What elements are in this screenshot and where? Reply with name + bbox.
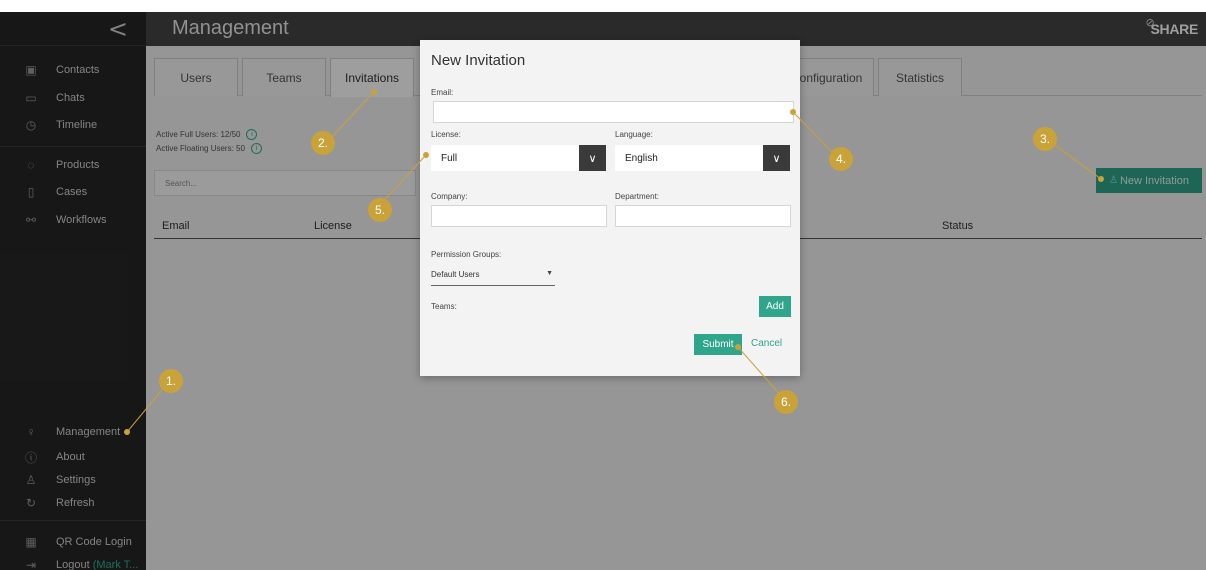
callout-pin — [371, 89, 377, 95]
permission-groups-label: Permission Groups: — [431, 250, 502, 259]
callout-badge-3: 3. — [1033, 127, 1057, 151]
license-select[interactable]: Full ∨ — [431, 145, 606, 171]
callout-badge-2: 2. — [311, 131, 335, 155]
chevron-down-icon: ∨ — [579, 145, 606, 171]
language-label: Language: — [615, 130, 653, 139]
callout-pin — [790, 109, 796, 115]
cancel-button[interactable]: Cancel — [751, 338, 782, 349]
teams-label: Teams: — [431, 302, 457, 311]
app-window: < ▣ Contacts ▭ Chats ◷ Timeline ◌ Produc… — [0, 12, 1206, 570]
callout-badge-1: 1. — [159, 369, 183, 393]
callout-badge-6: 6. — [774, 390, 798, 414]
caret-down-icon: ▼ — [546, 270, 553, 277]
callout-badge-4: 4. — [829, 147, 853, 171]
chevron-down-icon: ∨ — [763, 145, 790, 171]
license-label: License: — [431, 130, 461, 139]
callout-pin — [735, 344, 741, 350]
callout-pin — [423, 152, 429, 158]
company-label: Company: — [431, 192, 468, 201]
language-select[interactable]: English ∨ — [615, 145, 790, 171]
callout-pin — [124, 429, 130, 435]
add-team-button[interactable]: Add — [759, 296, 791, 317]
callout-badge-5: 5. — [368, 198, 392, 222]
permission-groups-select[interactable]: Default Users ▼ — [431, 270, 555, 286]
email-label: Email: — [431, 88, 454, 97]
license-value: Full — [441, 153, 458, 164]
company-field[interactable] — [431, 205, 607, 227]
email-field[interactable] — [433, 101, 794, 123]
new-invitation-dialog: New Invitation Email: License: Full ∨ La… — [420, 40, 800, 376]
permission-groups-value: Default Users — [431, 270, 480, 279]
department-field[interactable] — [615, 205, 791, 227]
department-label: Department: — [615, 192, 660, 201]
callout-pin — [1098, 176, 1104, 182]
dialog-title: New Invitation — [431, 52, 526, 69]
language-value: English — [625, 153, 658, 164]
